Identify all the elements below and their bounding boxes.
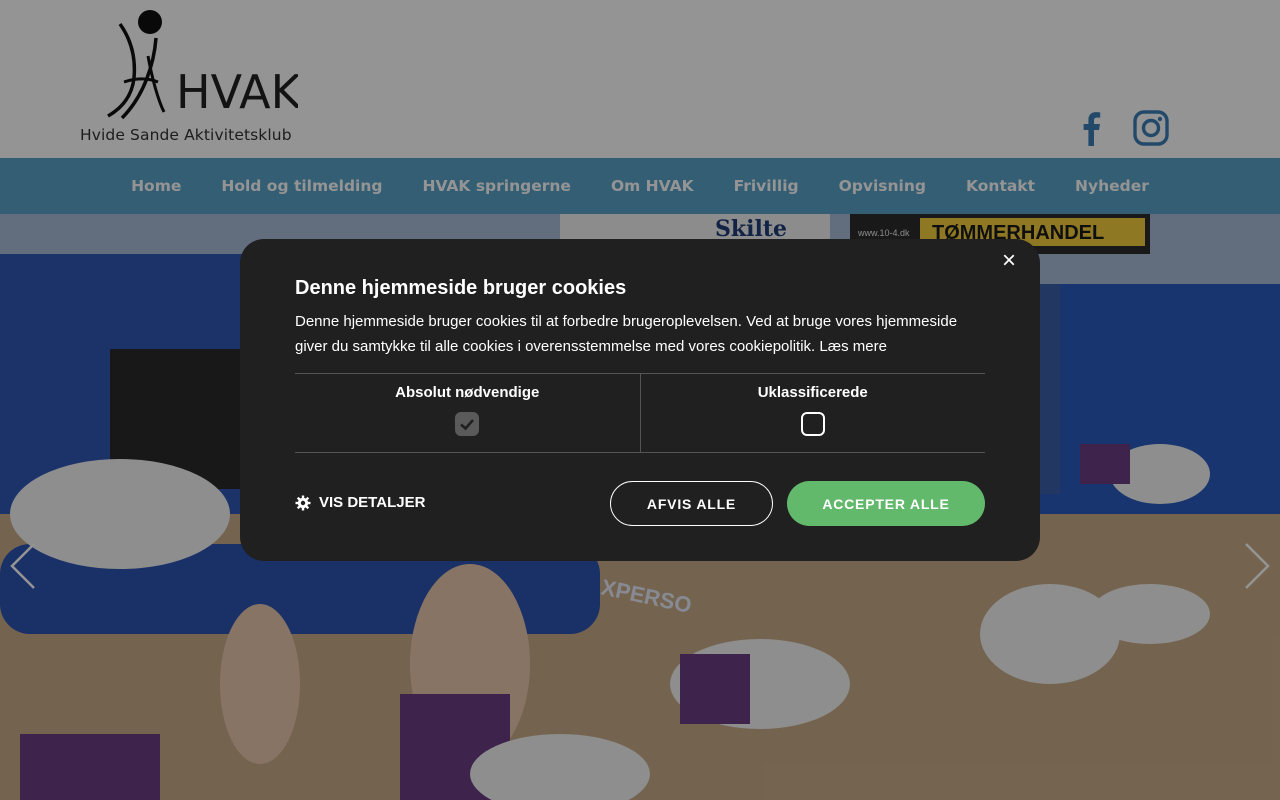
- read-more-link[interactable]: Læs mere: [819, 338, 887, 355]
- gear-icon: [295, 495, 311, 510]
- cookie-dialog: × Denne hjemmeside bruger cookies Denne …: [240, 239, 1040, 561]
- show-details-label: VIS DETALJER: [319, 494, 426, 511]
- category-unclassified-label: Uklassificerede: [757, 384, 868, 401]
- close-button[interactable]: ×: [1000, 249, 1018, 273]
- category-necessary-label: Absolut nødvendige: [395, 384, 540, 401]
- reject-all-button[interactable]: AFVIS ALLE: [610, 481, 773, 526]
- show-details-button[interactable]: VIS DETALJER: [295, 494, 425, 511]
- category-necessary: Absolut nødvendige: [295, 374, 640, 452]
- cookie-title: Denne hjemmeside bruger cookies: [295, 277, 627, 299]
- category-unclassified: Uklassificerede: [639, 374, 986, 452]
- unclassified-checkbox[interactable]: [800, 412, 825, 436]
- necessary-checkbox: [455, 412, 480, 436]
- accept-all-button[interactable]: ACCEPTER ALLE: [787, 481, 985, 526]
- checkmark-icon: [460, 419, 475, 431]
- cookie-categories: Absolut nødvendige Uklassificerede: [295, 373, 985, 453]
- cookie-description: Denne hjemmeside bruger cookies til at f…: [295, 309, 985, 359]
